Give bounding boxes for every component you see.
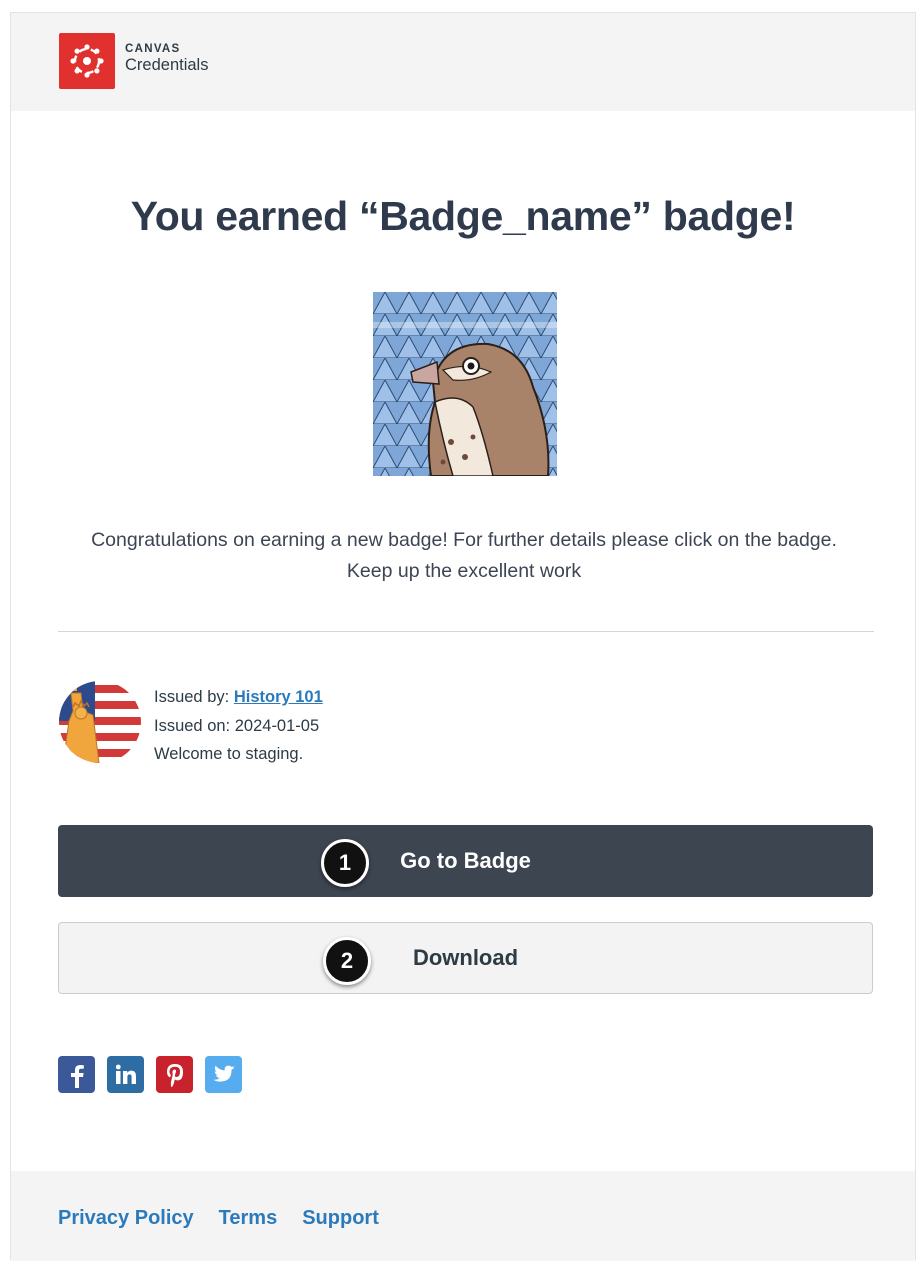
download-label: Download	[412, 945, 519, 970]
callout-number-2: 2	[323, 937, 371, 985]
header-bar: CANVAS Credentials	[11, 13, 915, 111]
support-link[interactable]: Support	[302, 1207, 379, 1230]
download-button[interactable]: Download	[58, 922, 873, 994]
issued-on-row: Issued on: 2024-01-05	[154, 712, 323, 741]
callout-number-1: 1	[321, 839, 369, 887]
social-share-bar	[58, 1056, 242, 1093]
statue-of-liberty-flag-avatar	[59, 681, 141, 763]
pinterest-icon[interactable]	[156, 1056, 193, 1093]
facebook-icon[interactable]	[58, 1056, 95, 1093]
go-to-badge-label: Go to Badge	[400, 848, 531, 873]
congrats-line-1: Congratulations on earning a new badge! …	[91, 529, 837, 551]
issued-by-label: Issued by:	[154, 688, 230, 706]
footer-links: Privacy Policy Terms Support	[58, 1207, 379, 1230]
privacy-policy-link[interactable]: Privacy Policy	[58, 1207, 194, 1230]
sparrow-badge-image[interactable]	[373, 292, 557, 476]
issued-on-label: Issued on:	[154, 716, 231, 735]
logo-wordmark: CANVAS Credentials	[125, 43, 208, 75]
terms-link[interactable]: Terms	[219, 1207, 278, 1230]
divider	[58, 631, 874, 632]
logo-canvas-text: CANVAS	[125, 43, 181, 55]
issuer-message: Welcome to staging.	[154, 745, 304, 763]
twitter-icon[interactable]	[205, 1056, 242, 1093]
footer-bar: Privacy Policy Terms Support	[11, 1171, 915, 1261]
issued-by-row: Issued by: History 101	[154, 683, 323, 712]
email-frame: CANVAS Credentials You earned “Badge_nam…	[10, 12, 916, 1261]
issuer-link[interactable]: History 101	[234, 688, 323, 706]
linkedin-icon[interactable]	[107, 1056, 144, 1093]
page-title: You earned “Badge_name” badge!	[130, 193, 796, 239]
logo-credentials-text: Credentials	[125, 56, 209, 75]
congrats-message: Congratulations on earning a new badge! …	[41, 525, 887, 587]
congrats-line-2: Keep up the excellent work	[346, 560, 582, 582]
issuer-details: Issued by: History 101 Issued on: 2024-0…	[154, 683, 323, 769]
issued-on-value: 2024-01-05	[234, 716, 320, 735]
go-to-badge-button[interactable]: Go to Badge	[58, 825, 873, 897]
canvas-logo-icon	[59, 33, 115, 89]
